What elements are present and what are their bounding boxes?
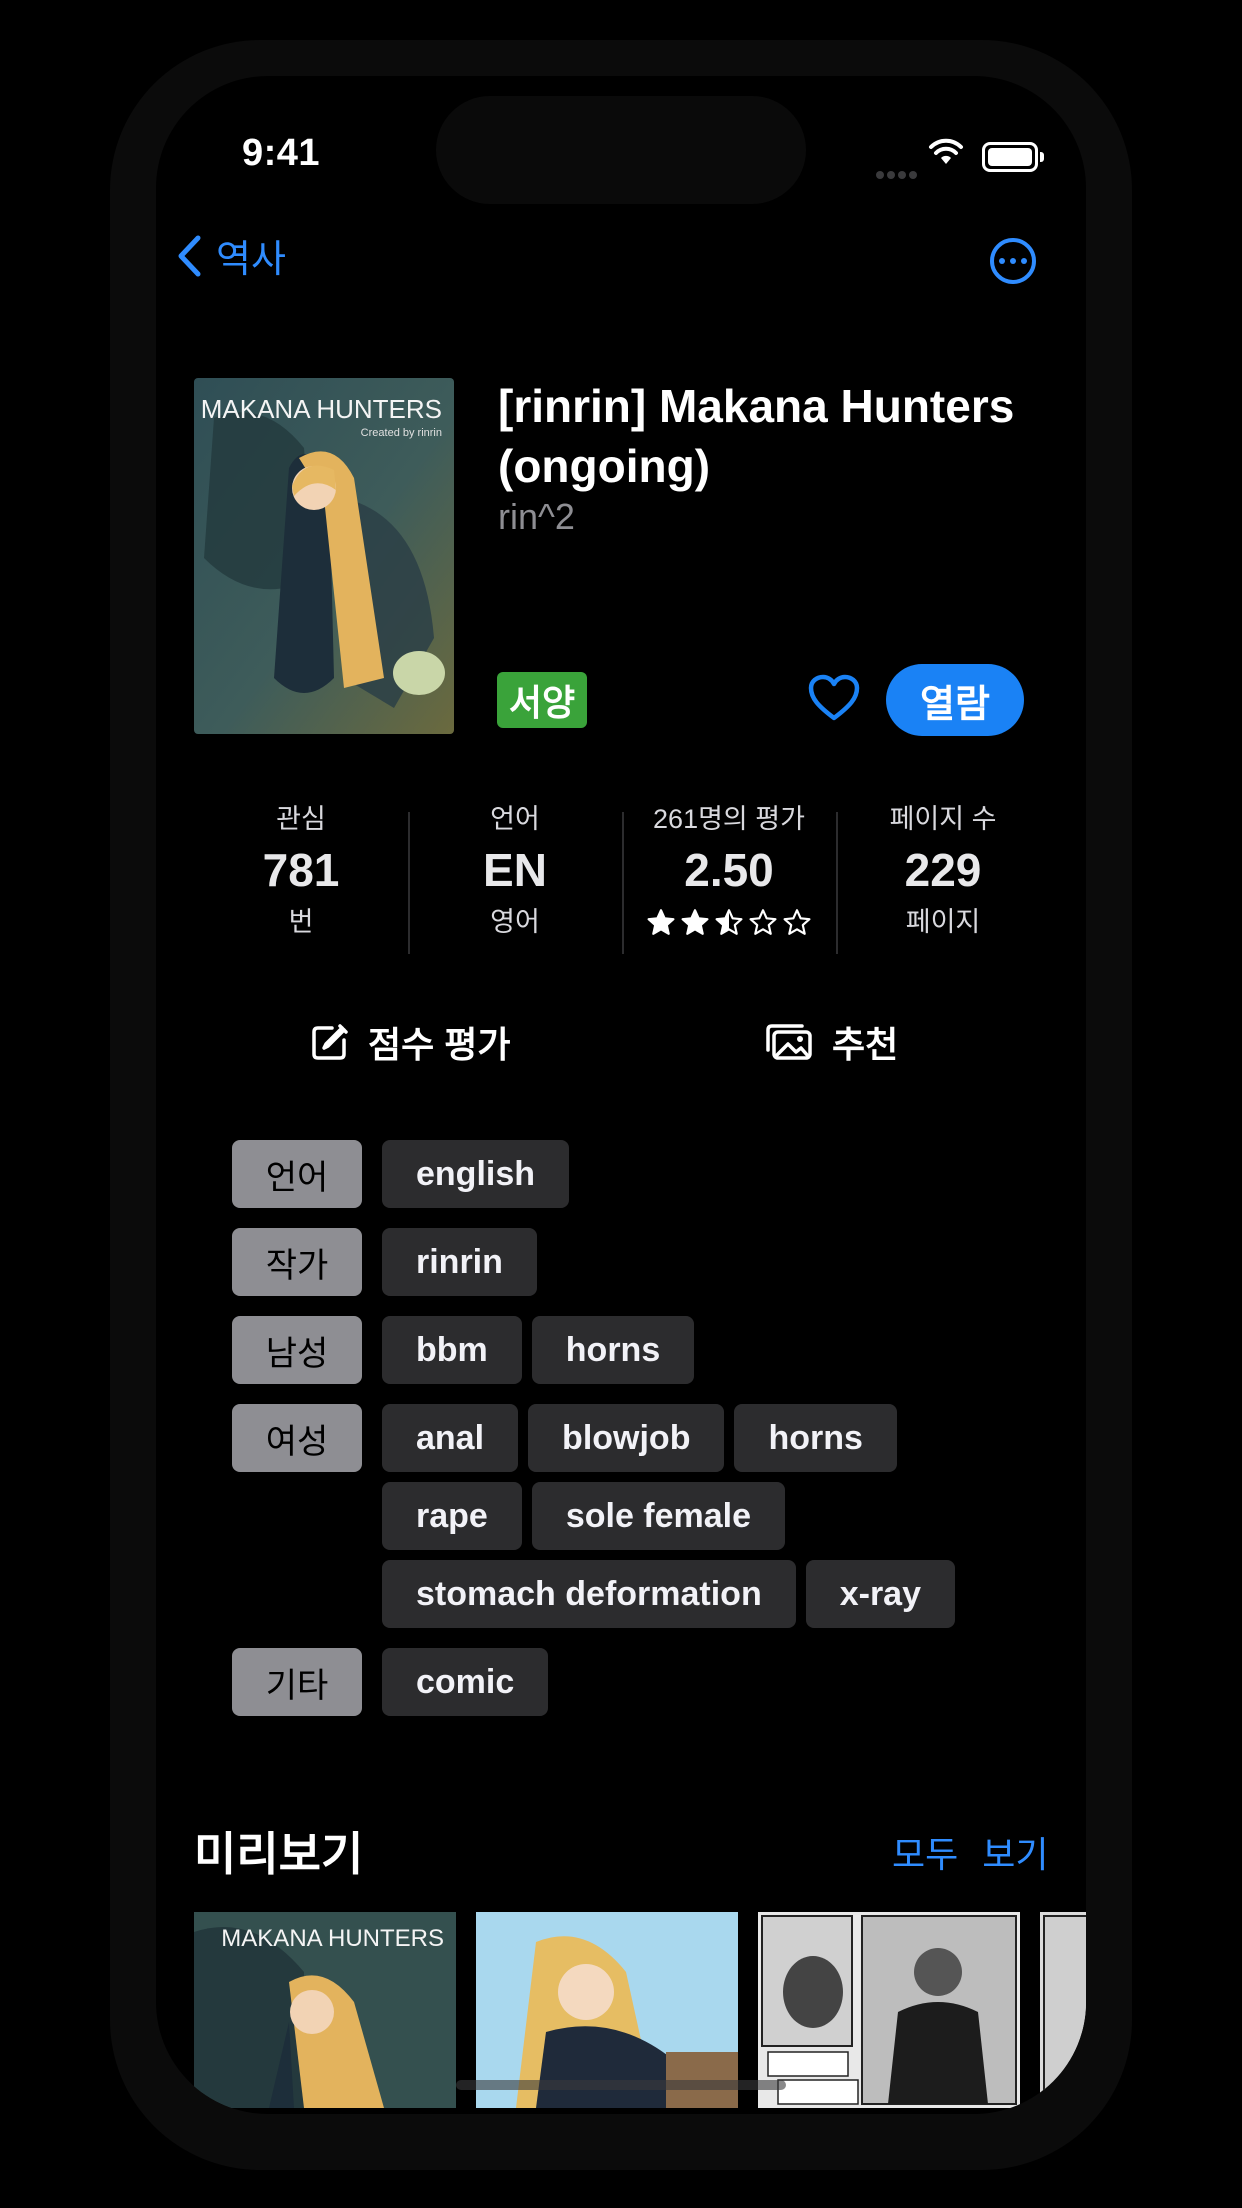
star-icon bbox=[647, 909, 675, 935]
tag-category: 기타 bbox=[232, 1648, 362, 1716]
stat-value: EN bbox=[483, 844, 547, 896]
star-icon bbox=[749, 909, 777, 935]
photos-icon bbox=[766, 1024, 812, 1060]
cellular-signal-icon bbox=[876, 166, 920, 184]
tag-category: 언어 bbox=[232, 1140, 362, 1208]
tag-chip[interactable]: stomach deformation bbox=[382, 1560, 796, 1628]
status-time: 9:41 bbox=[242, 132, 321, 174]
star-icon bbox=[681, 909, 709, 935]
tag-list: bbm horns bbox=[382, 1316, 1022, 1384]
stat-value: 2.50 bbox=[684, 844, 774, 896]
tag-chip[interactable]: bbm bbox=[382, 1316, 522, 1384]
rating-stars bbox=[646, 902, 812, 942]
tag-chip[interactable]: rape bbox=[382, 1482, 522, 1550]
tag-chip[interactable]: anal bbox=[382, 1404, 519, 1472]
stat-label: 261명의 평가 bbox=[653, 804, 805, 834]
stat-label: 관심 bbox=[276, 804, 326, 834]
tag-list: comic bbox=[382, 1648, 1022, 1716]
preview-thumbnail[interactable] bbox=[1040, 1912, 1086, 2108]
tag-chip[interactable]: horns bbox=[734, 1404, 897, 1472]
tag-chip[interactable]: sole female bbox=[531, 1482, 786, 1550]
back-button[interactable]: 역사 bbox=[176, 228, 286, 283]
stat-sub: 번 bbox=[288, 907, 314, 937]
dynamic-island bbox=[436, 96, 806, 204]
recommend-label: 추천 bbox=[832, 1024, 899, 1065]
tag-list: english bbox=[382, 1140, 1022, 1208]
tag-category: 남성 bbox=[232, 1316, 362, 1384]
tag-category: 작가 bbox=[232, 1228, 362, 1296]
tag-chip[interactable]: x-ray bbox=[805, 1560, 955, 1628]
preview-thumbnails: MAKANA HUNTERS bbox=[194, 1912, 1086, 2108]
battery-icon bbox=[982, 142, 1044, 172]
preview-title: 미리보기 bbox=[194, 1828, 364, 1880]
star-icon bbox=[715, 909, 743, 935]
star-icon bbox=[783, 909, 811, 935]
tag-chip[interactable]: rinrin bbox=[382, 1228, 537, 1296]
stat-sub: 페이지 bbox=[905, 907, 981, 937]
heart-icon[interactable] bbox=[808, 674, 860, 727]
tag-chip[interactable]: english bbox=[382, 1140, 570, 1208]
tag-category: 여성 bbox=[232, 1404, 362, 1472]
stat-pages: 페이지 수 229 페이지 bbox=[836, 800, 1050, 954]
tag-group: 남성 bbm horns bbox=[232, 1316, 1032, 1384]
stat-rating: 261명의 평가 2.50 bbox=[622, 800, 836, 954]
tag-chip[interactable]: blowjob bbox=[528, 1404, 725, 1472]
screen: 9:41 역사 MAKANA HUNTERS Created by rinrin… bbox=[156, 76, 1086, 2114]
rate-label: 점수 평가 bbox=[368, 1024, 511, 1065]
wifi-icon bbox=[928, 138, 964, 171]
tag-group: 기타 comic bbox=[232, 1648, 1032, 1716]
stat-label: 언어 bbox=[490, 804, 540, 834]
preview-thumbnail[interactable] bbox=[476, 1912, 738, 2108]
stat-value: 781 bbox=[262, 844, 340, 896]
stat-language: 언어 EN 영어 bbox=[408, 800, 622, 954]
stats-bar: 관심 781 번 언어 EN 영어 261명의 평가 2.50 페이지 수 22… bbox=[194, 800, 1050, 954]
cover-image[interactable]: MAKANA HUNTERS Created by rinrin bbox=[194, 378, 454, 734]
tag-group: 여성 anal blowjob horns rape sole female stomach… bbox=[232, 1404, 1032, 1628]
see-all-link[interactable]: 모두 보기 bbox=[892, 1826, 1048, 1878]
rate-button[interactable]: 점수 평가 bbox=[310, 1016, 510, 1068]
preview-thumbnail[interactable] bbox=[758, 1912, 1020, 2108]
more-options-icon[interactable] bbox=[990, 238, 1036, 284]
tag-group: 작가 rinrin bbox=[232, 1228, 1032, 1296]
cover-title-text: MAKANA HUNTERS bbox=[201, 394, 442, 424]
category-badge: 서양 bbox=[497, 672, 587, 728]
stat-favorites: 관심 781 번 bbox=[194, 800, 408, 950]
open-read-button[interactable]: 열람 bbox=[886, 664, 1024, 736]
tag-chip[interactable]: comic bbox=[382, 1648, 549, 1716]
tag-list: anal blowjob horns rape sole female stomach d… bbox=[382, 1404, 1022, 1628]
edit-icon bbox=[312, 1024, 348, 1060]
stat-label: 페이지 수 bbox=[889, 804, 997, 834]
stat-value: 229 bbox=[904, 844, 982, 896]
cover-credit-text: Created by rinrin bbox=[361, 427, 442, 439]
stat-sub: 영어 bbox=[490, 907, 540, 937]
home-indicator bbox=[456, 2080, 786, 2090]
back-label: 역사 bbox=[216, 239, 286, 281]
preview-thumbnail[interactable]: MAKANA HUNTERS bbox=[194, 1912, 456, 2108]
recommend-button[interactable]: 추천 bbox=[764, 1016, 898, 1068]
chevron-left-icon bbox=[178, 235, 201, 276]
tag-list: rinrin bbox=[382, 1228, 1022, 1296]
gallery-title: [rinrin] Makana Hunters (ongoing) bbox=[498, 380, 1015, 492]
gallery-author[interactable]: rin^2 bbox=[498, 496, 575, 538]
thumb-title-text: MAKANA HUNTERS bbox=[221, 1925, 444, 1952]
tag-group: 언어 english bbox=[232, 1140, 1032, 1208]
tag-chip[interactable]: horns bbox=[531, 1316, 695, 1384]
tag-groups: 언어 english 작가 rinrin 남성 bbm horns 여성 anal blowjob… bbox=[232, 1140, 1032, 1736]
